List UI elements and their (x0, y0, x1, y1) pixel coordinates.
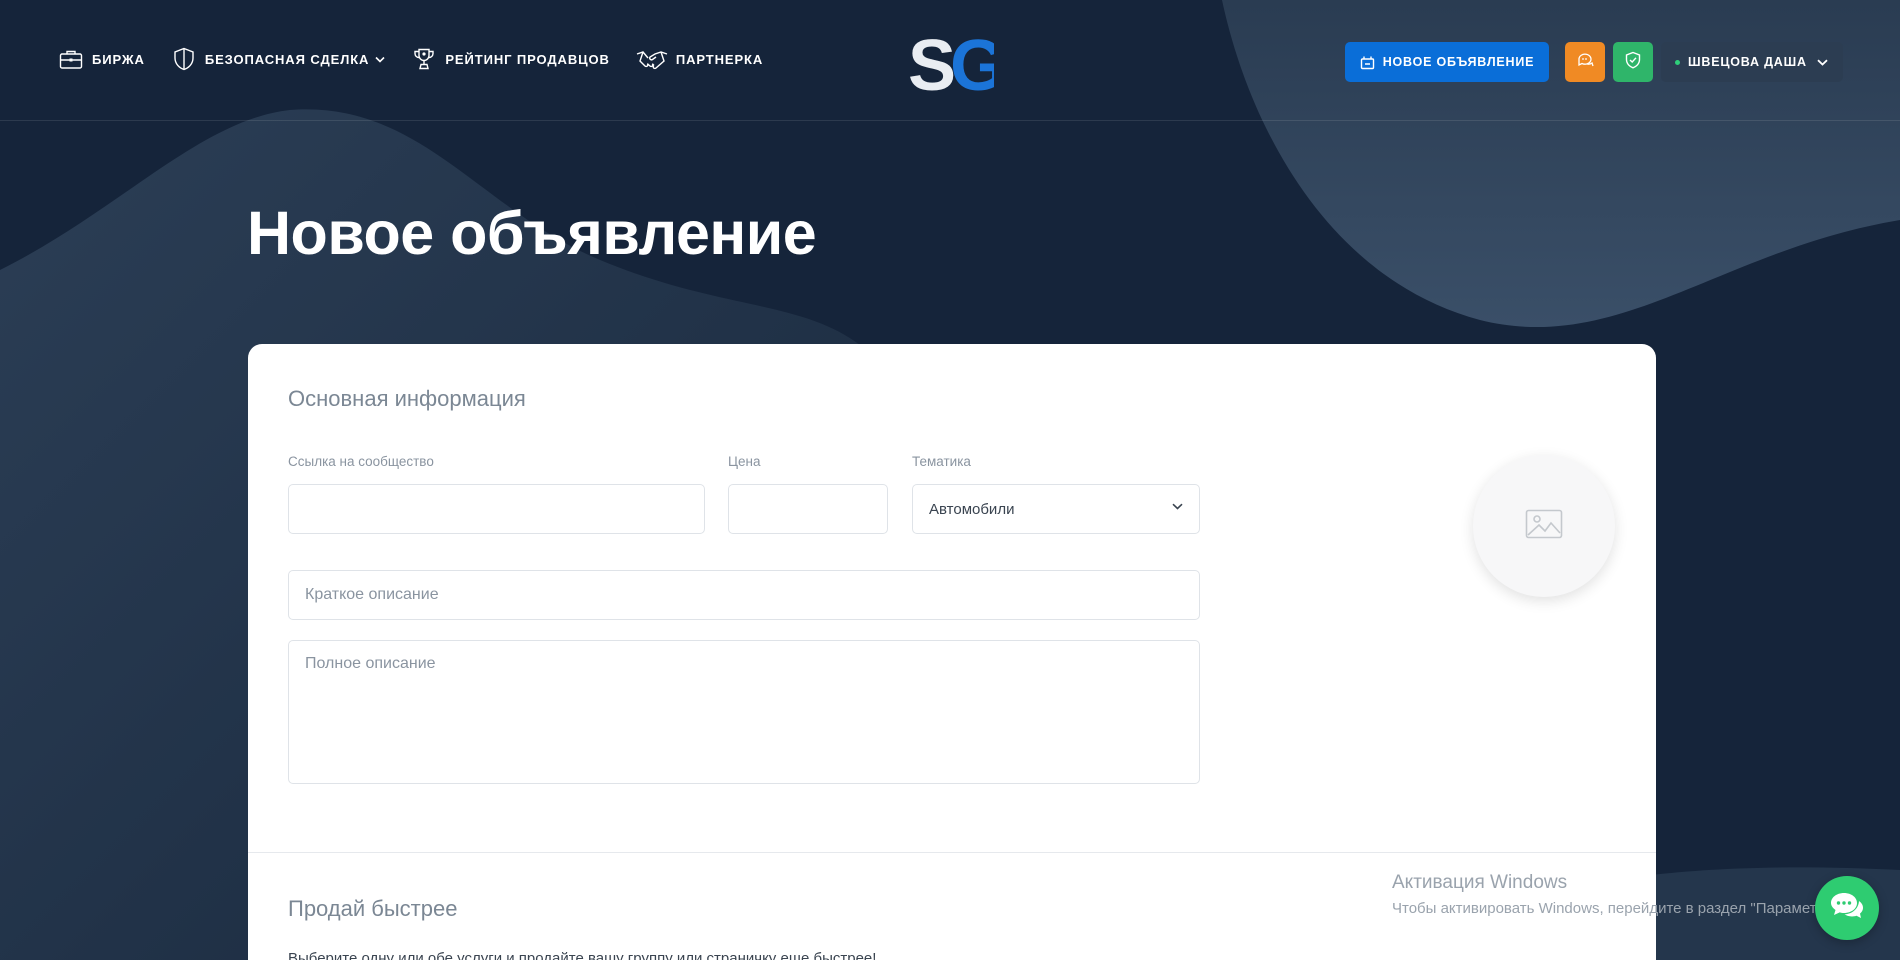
nav-item-safe-deal[interactable]: БЕЗОПАСНАЯ СДЕЛКА (171, 46, 386, 72)
nav-item-label: БЕЗОПАСНАЯ СДЕЛКА (204, 51, 370, 67)
chevron-down-icon (1817, 59, 1828, 66)
short-description-input[interactable] (288, 570, 1200, 620)
topic-selected-value: Автомобили (929, 500, 1015, 518)
add-listing-icon (1360, 55, 1375, 70)
new-ad-label: НОВОЕ ОБЪЯВЛЕНИЕ (1382, 55, 1535, 69)
shield-check-icon (1625, 51, 1641, 74)
nav-item-seller-rating[interactable]: РЕЙТИНГ ПРОДАВЦОВ (411, 46, 609, 72)
user-menu-button[interactable]: ШВЕЦОВА ДАША (1661, 42, 1843, 82)
support-chat-icon (1576, 52, 1594, 73)
user-name: ШВЕЦОВА ДАША (1688, 55, 1807, 69)
trophy-icon (411, 46, 437, 72)
watermark-subtitle: Чтобы активировать Windows, перейдите в … (1392, 900, 1846, 917)
chat-bubbles-icon (1830, 891, 1864, 926)
nav-item-label: ПАРТНЕРКА (675, 51, 764, 67)
topic-label: Тематика (912, 454, 971, 469)
safety-button[interactable] (1613, 42, 1653, 82)
page-title: Новое объявление (247, 199, 817, 267)
image-upload[interactable] (1473, 455, 1615, 597)
chevron-down-icon (1172, 503, 1183, 510)
section-title-main-info: Основная информация (288, 386, 526, 411)
nav-item-label: БИРЖА (92, 51, 145, 67)
nav-item-label: РЕЙТИНГ ПРОДАВЦОВ (445, 51, 610, 67)
nav-item-exchange[interactable]: БИРЖА (58, 46, 145, 72)
price-input[interactable] (728, 484, 888, 534)
top-header: БИРЖА БЕЗОПАСНАЯ СДЕЛКА РЕЙТИНГ ПРОДАВЦО… (0, 0, 1900, 121)
image-placeholder-icon (1525, 509, 1563, 544)
topic-select[interactable]: Автомобили (912, 484, 1200, 534)
handshake-icon (636, 46, 668, 72)
nav-item-partners[interactable]: ПАРТНЕРКА (636, 46, 763, 72)
ad-form-card: Основная информация Ссылка на сообщество… (248, 344, 1656, 960)
main-nav: БИРЖА БЕЗОПАСНАЯ СДЕЛКА РЕЙТИНГ ПРОДАВЦО… (58, 46, 789, 72)
full-description-textarea[interactable] (288, 640, 1200, 784)
promo-description: Выберите одну или обе услуги и продайте … (288, 950, 877, 960)
community-link-input[interactable] (288, 484, 705, 534)
chevron-down-icon (375, 56, 385, 63)
svg-text:G: G (950, 27, 994, 95)
online-status-dot (1675, 59, 1680, 65)
chat-widget-button[interactable] (1815, 876, 1879, 940)
site-logo[interactable]: G S (908, 26, 1006, 106)
section-divider (248, 852, 1656, 853)
price-label: Цена (728, 454, 761, 469)
watermark-title: Активация Windows (1392, 872, 1568, 893)
section-title-sell-faster: Продай быстрее (288, 896, 458, 921)
community-link-label: Ссылка на сообщество (288, 454, 434, 469)
shield-icon (171, 46, 197, 72)
windows-activation-watermark: Активация Windows Чтобы активировать Win… (1392, 872, 1845, 917)
svg-text:S: S (910, 27, 954, 95)
briefcase-icon (58, 46, 84, 72)
support-button[interactable] (1565, 42, 1605, 82)
new-ad-button[interactable]: НОВОЕ ОБЪЯВЛЕНИЕ (1345, 42, 1549, 82)
